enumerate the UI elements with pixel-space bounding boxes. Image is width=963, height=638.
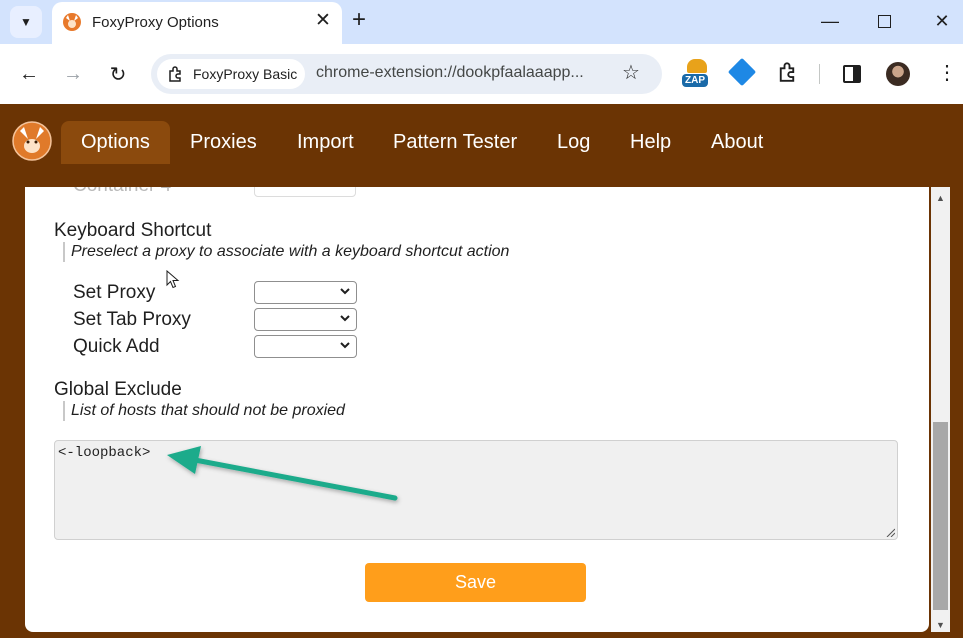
reload-icon[interactable]: ↻ [106,62,130,86]
toolbar-divider [819,64,820,84]
zap-extension-icon[interactable]: ZAP [682,58,712,87]
extensions-puzzle-icon[interactable] [774,58,800,86]
tab-title: FoxyProxy Options [92,14,219,31]
options-panel: Container 4 Keyboard Shortcut Preselect … [25,187,929,632]
chevron-down-icon [340,315,350,322]
active-tab[interactable]: FoxyProxy Options ✕ [52,2,342,44]
global-exclude-textarea[interactable]: <-loopback> [54,440,898,540]
nav-log-label: Log [557,131,591,153]
forward-icon[interactable]: → [61,62,85,86]
scrollbar-thumb[interactable] [933,422,948,610]
save-button[interactable]: Save [365,563,586,602]
foxyproxy-favicon-icon [63,13,81,31]
zap-badge: ZAP [682,74,708,87]
address-bar[interactable]: FoxyProxy Basic chrome-extension://dookp… [151,54,662,94]
site-chip-label: FoxyProxy Basic [193,66,298,82]
container-4-select[interactable] [254,187,356,197]
side-panel-icon[interactable] [843,65,861,83]
chevron-down-icon [340,288,350,295]
nav-import-label: Import [297,131,354,153]
keyboard-shortcut-description: Preselect a proxy to associate with a ke… [63,242,509,262]
container-4-label: Container 4 [73,187,171,197]
keyboard-shortcut-title: Keyboard Shortcut [54,220,212,241]
profile-avatar[interactable] [886,62,910,86]
set-proxy-label: Set Proxy [73,282,156,303]
nav-log[interactable]: Log [537,121,610,164]
nav-help[interactable]: Help [610,121,691,164]
quick-add-select[interactable] [254,335,357,358]
extension-icon [169,66,181,82]
set-tab-proxy-select[interactable] [254,308,357,331]
quick-add-label: Quick Add [73,336,160,357]
browser-toolbar: ← → ↻ FoxyProxy Basic chrome-extension:/… [0,44,963,104]
close-tab-icon[interactable]: ✕ [315,11,331,31]
save-button-label: Save [454,572,497,592]
chevron-down-icon [340,342,350,349]
more-menu-icon[interactable]: ⋮ [937,60,957,86]
back-icon[interactable]: ← [17,62,41,86]
nav-proxies-label: Proxies [190,131,257,153]
global-exclude-value: <-loopback> [58,445,151,461]
set-tab-proxy-label: Set Tab Proxy [73,309,191,330]
window-close-icon[interactable]: ✕ [927,8,957,34]
vpn-extension-icon[interactable] [727,57,757,87]
nav-options-label: Options [81,131,150,153]
nav-import[interactable]: Import [277,121,374,164]
nav-options[interactable]: Options [61,121,170,164]
page-scrollbar[interactable]: ▲ ▼ [931,187,950,632]
set-proxy-select[interactable] [254,281,357,304]
tab-search-button[interactable]: ▼ [10,6,42,38]
nav-pattern-tester[interactable]: Pattern Tester [373,121,537,164]
bookmark-star-icon[interactable]: ☆ [622,62,640,84]
global-exclude-description: List of hosts that should not be proxied [63,401,345,421]
url-text: chrome-extension://dookpfaalaaapp... [316,64,584,81]
mouse-cursor-icon [166,270,180,289]
nav-about-label: About [711,131,764,153]
nav-band [0,164,963,187]
scroll-down-icon[interactable]: ▼ [936,620,945,630]
minimize-icon[interactable]: — [815,8,845,34]
scroll-up-icon[interactable]: ▲ [936,193,945,203]
nav-about[interactable]: About [691,121,783,164]
new-tab-icon[interactable]: + [352,8,366,32]
nav-help-label: Help [630,131,672,153]
nav-proxies[interactable]: Proxies [170,121,277,164]
global-exclude-title: Global Exclude [54,379,182,400]
chevron-down-icon: ▼ [20,15,32,29]
maximize-icon[interactable] [869,8,899,34]
site-chip[interactable]: FoxyProxy Basic [157,59,305,89]
foxyproxy-logo-icon [12,121,52,161]
app-nav: Options Proxies Import Pattern Tester Lo… [0,104,963,164]
nav-pattern-tester-label: Pattern Tester [393,131,518,153]
resize-grip-icon[interactable] [885,527,895,537]
tab-strip: ▼ FoxyProxy Options ✕ + — ✕ [0,0,963,44]
